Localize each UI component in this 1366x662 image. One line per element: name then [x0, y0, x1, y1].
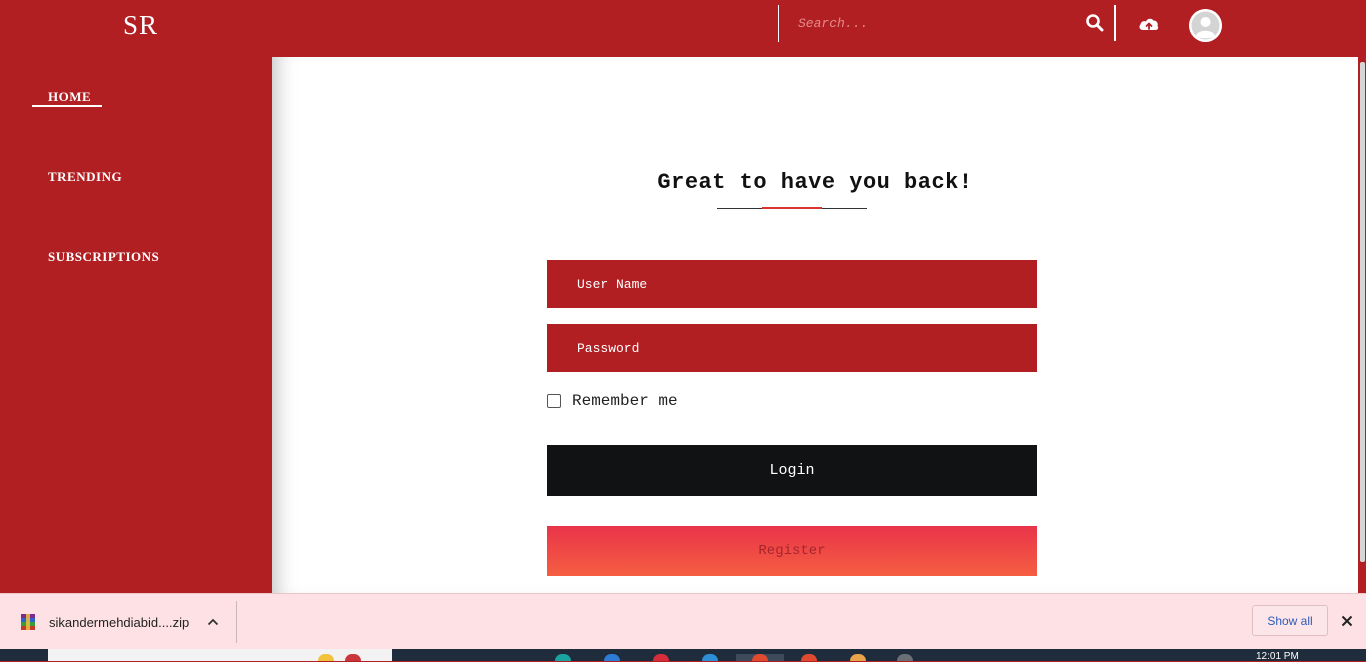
- sidebar-item-subscriptions[interactable]: SUBSCRIPTIONS: [48, 249, 159, 265]
- active-nav-underline: [32, 105, 102, 107]
- search-input[interactable]: [790, 10, 1086, 36]
- taskbar-clock[interactable]: 12:01 PM: [1256, 651, 1299, 662]
- remember-me-row: Remember me: [547, 392, 678, 410]
- main-content: Great to have you back! Remember me Logi…: [272, 57, 1358, 593]
- password-field[interactable]: [547, 324, 1037, 372]
- taskbar-app-icon[interactable]: [318, 654, 334, 661]
- taskbar-app-icon[interactable]: [555, 654, 571, 661]
- scrollbar-thumb[interactable]: [1360, 62, 1365, 562]
- download-file-name[interactable]: sikandermehdiabid....zip: [49, 615, 189, 630]
- header-divider: [1114, 5, 1116, 41]
- sidebar-item-home[interactable]: HOME: [48, 89, 91, 105]
- show-all-button[interactable]: Show all: [1252, 605, 1328, 636]
- register-button[interactable]: Register: [547, 526, 1037, 576]
- download-bar: sikandermehdiabid....zip Show all: [0, 593, 1366, 650]
- heading-accent: [762, 207, 822, 209]
- taskbar-search-box[interactable]: [48, 649, 392, 661]
- remember-me-label: Remember me: [572, 392, 678, 410]
- site-logo[interactable]: SR: [123, 10, 158, 41]
- login-heading: Great to have you back!: [657, 170, 973, 195]
- taskbar-app-icon[interactable]: [850, 654, 866, 661]
- remember-me-checkbox[interactable]: [547, 394, 561, 408]
- taskbar-app-icon[interactable]: [604, 654, 620, 661]
- winrar-archive-icon: [19, 613, 37, 631]
- top-bar: SR: [0, 0, 1366, 57]
- cloud-upload-icon[interactable]: [1137, 13, 1161, 35]
- login-button[interactable]: Login: [547, 445, 1037, 496]
- search-divider: [778, 5, 779, 42]
- taskbar-app-icon[interactable]: [653, 654, 669, 661]
- chevron-up-icon[interactable]: [205, 614, 221, 630]
- sidebar-item-trending[interactable]: TRENDING: [48, 169, 122, 185]
- taskbar: 12:01 PM: [0, 649, 1366, 662]
- download-separator: [236, 601, 237, 643]
- taskbar-app-icon[interactable]: [702, 654, 718, 661]
- user-avatar-icon[interactable]: [1189, 9, 1222, 42]
- taskbar-chrome-icon[interactable]: [752, 654, 768, 661]
- taskbar-app-icon[interactable]: [345, 654, 361, 661]
- search-icon[interactable]: [1084, 12, 1106, 34]
- taskbar-app-icon[interactable]: [897, 654, 913, 661]
- sidebar: HOME TRENDING SUBSCRIPTIONS: [0, 57, 272, 593]
- close-icon[interactable]: [1339, 613, 1355, 629]
- taskbar-app-icon[interactable]: [801, 654, 817, 661]
- username-field[interactable]: [547, 260, 1037, 308]
